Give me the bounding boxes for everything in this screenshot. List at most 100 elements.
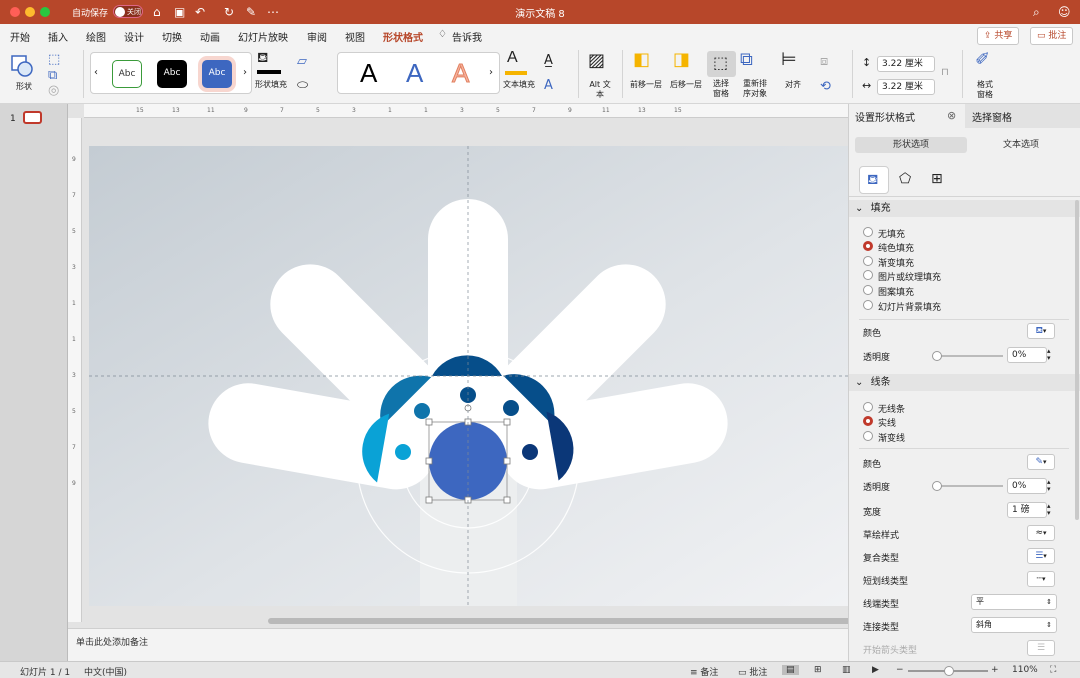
language-indicator[interactable]: 中文(中国) <box>84 665 127 678</box>
send-backward-icon[interactable]: ◨ <box>673 51 690 69</box>
tab-design[interactable]: 设计 <box>124 29 144 44</box>
tab-animations[interactable]: 动画 <box>200 29 220 44</box>
slide-thumbnail[interactable] <box>23 111 42 124</box>
radio-picture-fill[interactable] <box>863 270 873 280</box>
zoom-slider-knob[interactable] <box>944 666 954 676</box>
fill-section-header[interactable]: ⌄ 填充 <box>849 200 1080 217</box>
slideshow-icon[interactable]: ▶ <box>872 665 879 675</box>
style-swatch-blue-selected[interactable]: Abc <box>202 60 232 88</box>
radio-solid-fill[interactable] <box>863 241 873 251</box>
profile-icon[interactable]: ☺ <box>1058 5 1071 19</box>
shape-width-input[interactable]: 3.22 厘米 <box>877 79 935 95</box>
zoom-slider[interactable] <box>908 666 988 676</box>
slider-knob[interactable] <box>932 351 942 361</box>
radio-no-fill[interactable] <box>863 227 873 237</box>
tab-slideshow[interactable]: 幻灯片放映 <box>238 29 288 44</box>
radio-gradient-fill[interactable] <box>863 256 873 266</box>
text-fill-icon[interactable]: A <box>507 50 518 66</box>
paint-bucket-icon[interactable]: ⛾ <box>257 51 268 65</box>
bring-forward-icon[interactable]: ◧ <box>633 51 650 69</box>
slider-knob[interactable] <box>932 481 942 491</box>
tab-insert[interactable]: 插入 <box>48 29 68 44</box>
merge-shapes-icon[interactable]: ◎ <box>48 84 59 98</box>
zoom-in-icon[interactable]: + <box>991 665 999 675</box>
alt-text-icon[interactable]: ▨ <box>588 52 605 70</box>
tab-home[interactable]: 开始 <box>10 29 30 44</box>
style-swatch-black[interactable]: Abc <box>157 60 187 88</box>
search-icon[interactable]: ⌕ <box>1033 5 1040 19</box>
lock-aspect-icon[interactable]: ⊓ <box>941 66 949 80</box>
effects-pentagon-icon[interactable]: ⬠ <box>899 172 911 186</box>
stepper-icon[interactable]: ▴ ▾ <box>1047 479 1051 493</box>
rotate-icon[interactable]: ⟲ <box>820 80 831 94</box>
group-icon[interactable]: ⧈ <box>820 55 828 69</box>
shape-height-input[interactable]: 3.22 厘米 <box>877 56 935 72</box>
format-pane-icon[interactable]: ✐ <box>975 51 990 69</box>
dot-right[interactable] <box>522 444 538 460</box>
line-color-picker[interactable]: ✎▾ <box>1027 454 1055 470</box>
tell-me-search[interactable]: 告诉我 <box>452 29 482 44</box>
radio-background-fill[interactable] <box>863 300 873 310</box>
join-type-select[interactable]: 斜角 ⇕ <box>971 617 1057 633</box>
fill-color-picker[interactable]: ⛾▾ <box>1027 323 1055 339</box>
wordart-blue[interactable]: A <box>406 59 423 87</box>
tab-review[interactable]: 审阅 <box>307 29 327 44</box>
comments-button[interactable]: ▭ 批注 <box>1030 27 1074 45</box>
dot-upper-left[interactable] <box>414 403 430 419</box>
notes-placeholder[interactable]: 单击此处添加备注 <box>76 635 148 648</box>
share-button[interactable]: ⇪ 共享 <box>977 27 1020 45</box>
text-effects-icon[interactable]: A <box>544 79 553 93</box>
radio-pattern-fill[interactable] <box>863 285 873 295</box>
tab-transitions[interactable]: 切换 <box>162 29 182 44</box>
zoom-out-icon[interactable]: − <box>896 665 904 675</box>
fill-line-button[interactable]: ⛾ <box>859 166 889 194</box>
line-transparency-slider[interactable] <box>932 481 1003 491</box>
chevron-left-icon[interactable]: ‹ <box>94 66 98 80</box>
line-section-header[interactable]: ⌄ 线条 <box>849 374 1080 391</box>
text-box-icon[interactable]: ⧉ <box>48 69 57 83</box>
normal-view-icon[interactable]: ▤ <box>782 665 799 675</box>
tab-text-options[interactable]: 文本选项 <box>967 137 1075 153</box>
panel-scrollbar[interactable] <box>1075 200 1079 520</box>
radio-gradient-line[interactable] <box>863 431 873 441</box>
text-outline-icon[interactable]: A̲ <box>544 54 553 68</box>
radio-no-line[interactable] <box>863 402 873 412</box>
reorder-objects-icon[interactable]: ⧉ <box>740 51 753 69</box>
size-properties-icon[interactable]: ⊞ <box>931 172 943 186</box>
dot-left[interactable] <box>395 444 411 460</box>
chevron-right-icon[interactable]: › <box>243 66 247 80</box>
wordart-black[interactable]: A <box>360 59 377 87</box>
fit-to-window-icon[interactable]: ⛶ <box>1050 665 1056 675</box>
fill-transparency-input[interactable]: 0% <box>1007 347 1047 363</box>
edit-shape-icon[interactable]: ⬚ <box>48 53 60 67</box>
shape-outline-icon[interactable]: ▱ <box>297 55 307 69</box>
dash-type-picker[interactable]: ┄▾ <box>1027 571 1055 587</box>
dot-upper-right[interactable] <box>503 400 519 416</box>
notes-pane[interactable]: 单击此处添加备注 <box>68 628 848 661</box>
stepper-icon[interactable]: ▴ ▾ <box>1047 348 1051 362</box>
slide-canvas[interactable] <box>89 146 848 606</box>
tab-draw[interactable]: 绘图 <box>86 29 106 44</box>
selection-pane-tab[interactable]: 选择窗格 <box>965 104 1080 128</box>
line-transparency-input[interactable]: 0% <box>1007 478 1047 494</box>
zoom-level[interactable]: 110% <box>1012 665 1038 675</box>
panel-close-icon[interactable]: ⊗ <box>947 109 956 122</box>
compound-type-picker[interactable]: ☰▾ <box>1027 548 1055 564</box>
cap-type-select[interactable]: 平 ⇕ <box>971 594 1057 610</box>
style-swatch-outline[interactable]: Abc <box>112 60 142 88</box>
stepper-icon[interactable]: ▴ ▾ <box>1047 503 1051 517</box>
radio-solid-line[interactable] <box>863 416 873 426</box>
wordart-orange-outline[interactable]: A <box>451 59 469 88</box>
selection-pane-button[interactable]: ⬚ <box>707 51 736 77</box>
slide-sorter-icon[interactable]: ⊞ <box>814 665 822 675</box>
notes-toggle[interactable]: ≡ 备注 <box>690 665 718 678</box>
comments-toggle[interactable]: ▭ 批注 <box>738 665 767 678</box>
reading-view-icon[interactable]: ▥ <box>842 665 851 675</box>
tab-view[interactable]: 视图 <box>345 29 365 44</box>
horizontal-scrollbar[interactable] <box>268 618 878 624</box>
chevron-right-icon[interactable]: › <box>489 66 493 80</box>
fill-transparency-slider[interactable] <box>932 351 1003 361</box>
tab-shape-options[interactable]: 形状选项 <box>855 137 967 153</box>
begin-arrow-picker[interactable]: ☰ <box>1027 640 1055 656</box>
line-width-input[interactable]: 1 磅 <box>1007 502 1047 518</box>
